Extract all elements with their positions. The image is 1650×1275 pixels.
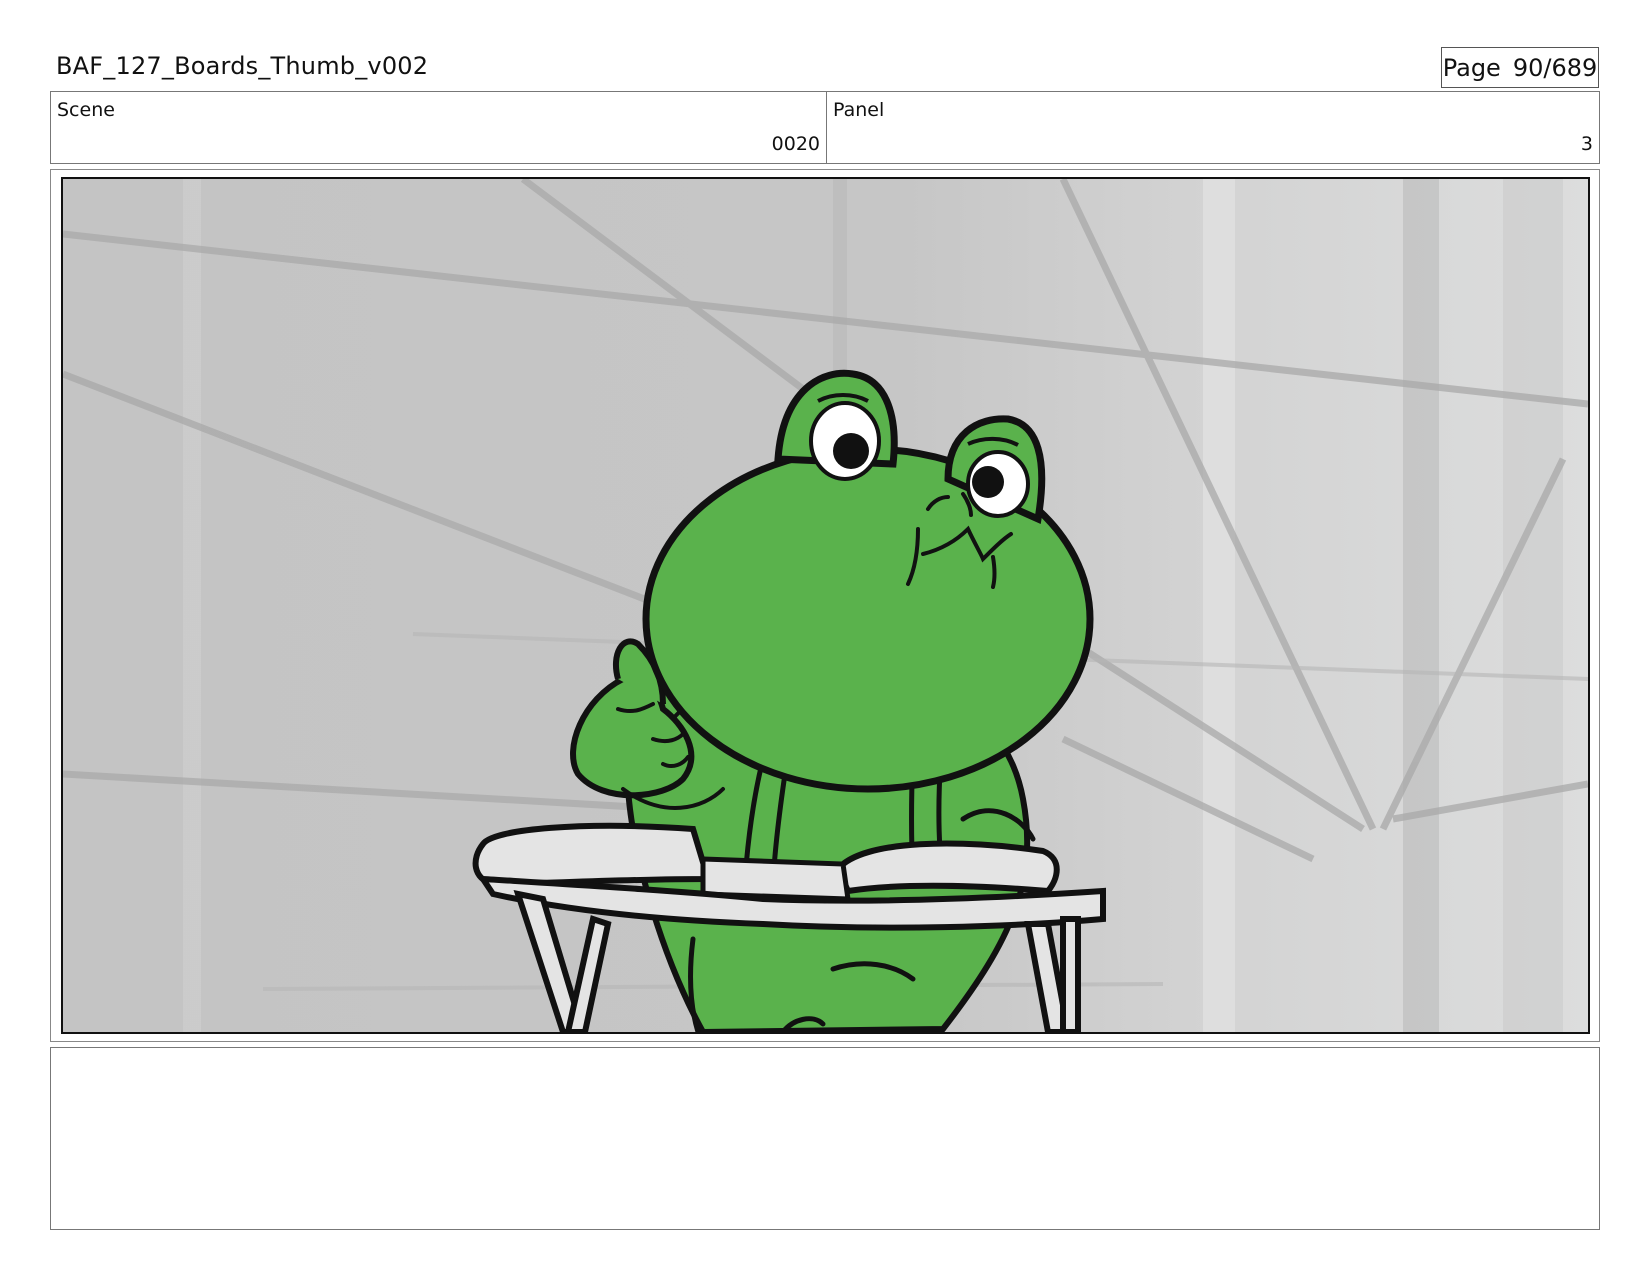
scene-value: 0020 [771, 133, 820, 155]
panel-value: 3 [1580, 133, 1593, 155]
panel-label: Panel [833, 99, 885, 121]
scene-label: Scene [57, 99, 115, 121]
lectern-right-page [834, 840, 1060, 895]
scene-cell: Scene 0020 [51, 92, 827, 163]
scene-panel-info-row: Scene 0020 Panel 3 [50, 91, 1600, 164]
lectern-left-page [472, 822, 713, 888]
panel-cell: Panel 3 [827, 92, 1599, 163]
frog-illustration [63, 179, 1588, 1032]
page-number: 90/689 [1512, 53, 1598, 82]
page-label: Page [1442, 53, 1501, 82]
storyboard-image [61, 177, 1590, 1034]
document-title: BAF_127_Boards_Thumb_v002 [56, 52, 429, 80]
page-indicator: Page 90/689 [1441, 47, 1599, 88]
notes-box [50, 1047, 1600, 1230]
